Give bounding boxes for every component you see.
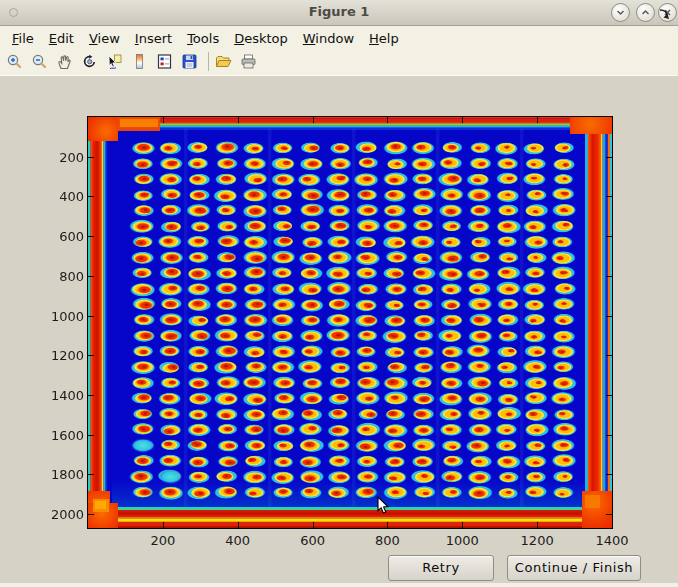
legend-icon[interactable] <box>156 53 173 70</box>
save-icon[interactable] <box>181 53 198 70</box>
y-tick-mark <box>88 316 94 317</box>
x-tick-label: 800 <box>375 533 400 548</box>
y-tick-mark <box>606 196 612 197</box>
y-tick-label: 200 <box>44 149 84 164</box>
x-tick-mark <box>238 522 239 528</box>
x-tick-mark <box>313 522 314 528</box>
y-tick-mark <box>606 157 612 158</box>
x-tick-label: 200 <box>150 533 175 548</box>
menubar: File Edit View Insert Tools Desktop Window Help <box>0 26 678 49</box>
y-tick-label: 1800 <box>44 467 84 482</box>
y-tick-label: 1000 <box>44 308 84 323</box>
y-tick-mark <box>88 196 94 197</box>
window-bottom-edge <box>0 583 678 587</box>
y-tick-label: 1600 <box>44 427 84 442</box>
menu-edit[interactable]: Edit <box>49 26 74 46</box>
dock-figure-icon[interactable] <box>658 8 670 20</box>
x-tick-label: 1200 <box>521 533 554 548</box>
x-tick-mark <box>537 117 538 123</box>
x-tick-mark <box>462 522 463 528</box>
y-tick-label: 800 <box>44 268 84 283</box>
retry-button[interactable]: Retry <box>388 555 494 581</box>
x-tick-label: 1000 <box>446 533 479 548</box>
y-tick-label: 1200 <box>44 348 84 363</box>
print-icon[interactable] <box>240 53 257 70</box>
y-tick-mark <box>88 157 94 158</box>
shade-button[interactable] <box>611 3 630 22</box>
toolbar <box>0 49 678 76</box>
menu-view[interactable]: View <box>89 26 120 46</box>
y-tick-mark <box>606 435 612 436</box>
x-tick-label: 400 <box>225 533 250 548</box>
menu-desktop[interactable]: Desktop <box>234 26 288 46</box>
y-tick-mark <box>606 395 612 396</box>
continue-finish-button[interactable]: Continue / Finish <box>507 555 641 581</box>
zoom-out-icon[interactable] <box>31 53 48 70</box>
y-tick-mark <box>88 276 94 277</box>
menu-help[interactable]: Help <box>369 26 399 46</box>
titlebar[interactable]: Figure 1 <box>0 0 678 26</box>
y-tick-mark <box>606 355 612 356</box>
colorbar-icon[interactable] <box>131 53 148 70</box>
x-tick-mark <box>537 522 538 528</box>
toolbar-separator <box>208 52 209 71</box>
menu-insert[interactable]: Insert <box>135 26 172 46</box>
data-cursor-icon[interactable] <box>106 53 123 70</box>
x-tick-mark <box>462 117 463 123</box>
y-tick-mark <box>606 514 612 515</box>
menu-file[interactable]: File <box>12 26 34 46</box>
window-title: Figure 1 <box>0 4 678 19</box>
y-tick-mark <box>88 435 94 436</box>
pan-icon[interactable] <box>56 53 73 70</box>
open-icon[interactable] <box>215 53 232 70</box>
y-tick-mark <box>606 276 612 277</box>
y-tick-mark <box>88 395 94 396</box>
y-tick-mark <box>88 236 94 237</box>
y-tick-mark <box>606 474 612 475</box>
menu-tools[interactable]: Tools <box>187 26 219 46</box>
x-tick-mark <box>163 522 164 528</box>
y-tick-label: 600 <box>44 229 84 244</box>
x-tick-label: 1400 <box>595 533 628 548</box>
x-tick-mark <box>387 522 388 528</box>
x-tick-mark <box>387 117 388 123</box>
maximize-button[interactable] <box>636 3 655 22</box>
rotate-3d-icon[interactable] <box>81 53 98 70</box>
y-tick-mark <box>88 355 94 356</box>
mouse-cursor <box>377 496 390 515</box>
y-tick-label: 2000 <box>44 507 84 522</box>
y-tick-mark <box>606 316 612 317</box>
y-tick-mark <box>88 474 94 475</box>
y-tick-mark <box>606 236 612 237</box>
x-tick-mark <box>238 117 239 123</box>
figure-window: Figure 1 File Edit View Insert Tools Desktop W… <box>0 0 678 587</box>
figure-axes[interactable] <box>87 116 613 529</box>
x-tick-label: 600 <box>300 533 325 548</box>
x-tick-mark <box>163 117 164 123</box>
zoom-in-icon[interactable] <box>6 53 23 70</box>
figure-image[interactable] <box>88 117 612 528</box>
y-tick-label: 400 <box>44 189 84 204</box>
x-tick-mark <box>313 117 314 123</box>
y-tick-mark <box>88 514 94 515</box>
y-tick-label: 1400 <box>44 387 84 402</box>
menu-window[interactable]: Window <box>303 26 354 46</box>
